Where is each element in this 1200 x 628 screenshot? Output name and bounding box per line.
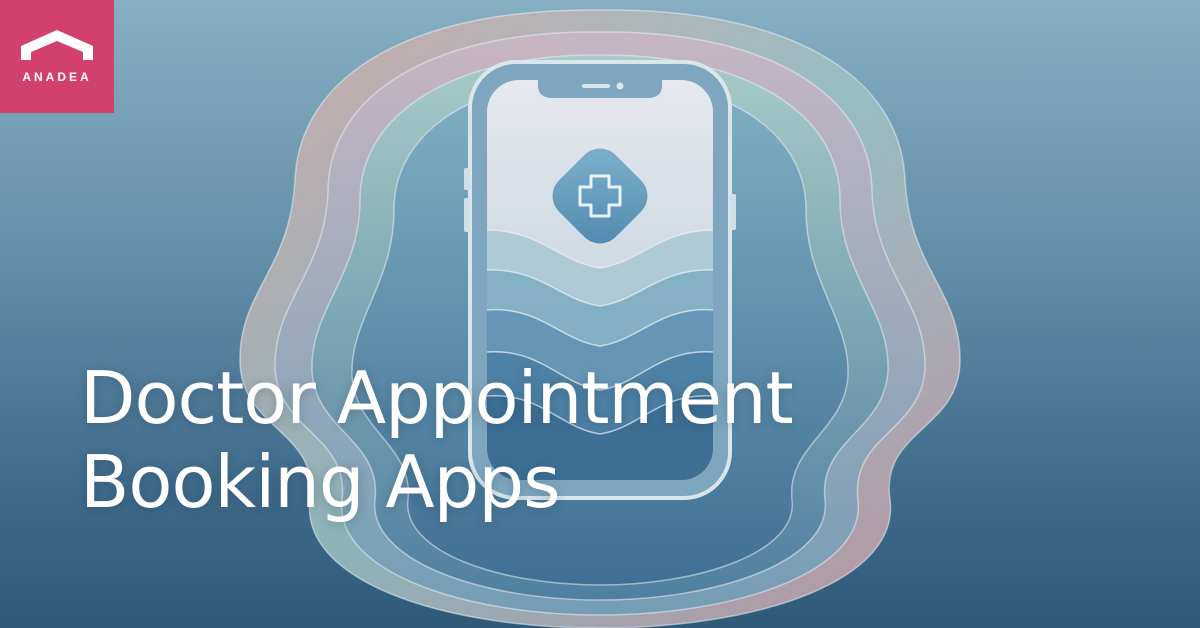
headline: Doctor Appointment Booking Apps	[80, 356, 794, 524]
house-roof-icon	[21, 30, 93, 60]
headline-line-2: Booking Apps	[80, 440, 561, 524]
banner: ANADEA Doctor Appointment Booking Apps	[0, 0, 1200, 628]
illustration	[239, 9, 961, 628]
anadea-logo[interactable]: ANADEA	[0, 0, 114, 113]
headline-line-1: Doctor Appointment	[80, 356, 794, 440]
brand-name: ANADEA	[22, 70, 92, 84]
